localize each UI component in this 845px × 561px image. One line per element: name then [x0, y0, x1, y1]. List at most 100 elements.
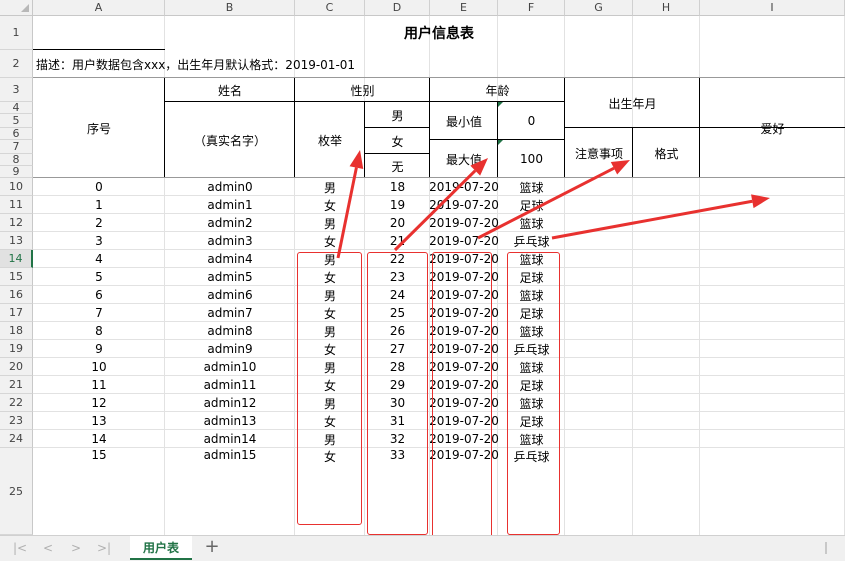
row-header-13[interactable]: 13: [0, 232, 33, 250]
border-line: [165, 101, 430, 102]
header-name-note: （真实名字）: [193, 133, 266, 148]
row-header-6[interactable]: 6: [0, 127, 33, 140]
comment-marker: [498, 140, 503, 145]
table-cell-hobby: 篮球: [519, 216, 544, 231]
header-gender: 性别: [350, 83, 375, 98]
row-header-21[interactable]: 21: [0, 376, 33, 394]
table-cell-gender: 女: [323, 234, 336, 249]
row-header-1[interactable]: 1: [0, 16, 33, 50]
table-cell-id: 15: [91, 448, 107, 462]
highlight-age-column: [367, 252, 428, 535]
row-header-22[interactable]: 22: [0, 394, 33, 412]
table-cell-gender: 女: [323, 198, 336, 213]
comment-marker: [498, 102, 503, 107]
table-cell-id: 11: [91, 378, 107, 392]
table-cell-id: 6: [95, 288, 103, 302]
row-header-7[interactable]: 7: [0, 140, 33, 154]
table-cell-age: 18: [389, 180, 406, 194]
prev-sheet-icon[interactable]: <: [40, 540, 56, 556]
table-cell-name: admin9: [207, 342, 253, 356]
row-header-17[interactable]: 17: [0, 304, 33, 322]
table-cell-id: 3: [95, 234, 103, 248]
last-sheet-icon[interactable]: >|: [96, 540, 112, 556]
header-notes: 注意事项: [574, 146, 623, 161]
table-cell-name: admin6: [207, 288, 253, 302]
row-header-20[interactable]: 20: [0, 358, 33, 376]
header-max-label: 最大值: [445, 152, 482, 167]
row-header-10[interactable]: 10: [0, 178, 33, 196]
table-cell-name: admin8: [207, 324, 253, 338]
row-header-15[interactable]: 15: [0, 268, 33, 286]
sheet-tab-user[interactable]: 用户表: [130, 536, 192, 560]
table-cell-hobby: 乒乓球: [513, 234, 550, 249]
column-header-A[interactable]: A: [33, 0, 165, 16]
row-header-25[interactable]: 25: [0, 448, 33, 535]
border-line: [365, 153, 430, 154]
border-line: [364, 102, 365, 178]
row-header-9[interactable]: 9: [0, 165, 33, 178]
header-birth: 出生年月: [608, 96, 657, 111]
row-header-23[interactable]: 23: [0, 412, 33, 430]
highlight-gender-column: [297, 252, 362, 525]
table-cell-id: 12: [91, 396, 107, 410]
row-header-24[interactable]: 24: [0, 430, 33, 448]
first-sheet-icon[interactable]: |<: [12, 540, 28, 556]
row-header-19[interactable]: 19: [0, 340, 33, 358]
table-cell-id: 0: [95, 180, 103, 194]
arrow-hobby-shaft: [551, 199, 753, 240]
row-header-5[interactable]: 5: [0, 114, 33, 128]
table-cell-name: admin1: [207, 198, 253, 212]
table-cell-hobby: 篮球: [519, 180, 544, 195]
table-cell-id: 10: [91, 360, 107, 374]
sheet-title: 用户信息表: [404, 26, 474, 42]
table-cell-birth: 2019-07-20: [429, 180, 499, 194]
row-header-11[interactable]: 11: [0, 196, 33, 214]
next-sheet-icon[interactable]: >: [68, 540, 84, 556]
row-header-18[interactable]: 18: [0, 322, 33, 340]
table-cell-birth: 2019-07-20: [429, 216, 499, 230]
table-cell-name: admin10: [203, 360, 257, 374]
column-header-H[interactable]: H: [633, 0, 700, 16]
row-header-14[interactable]: 14: [0, 250, 33, 268]
table-cell-name: admin13: [203, 414, 257, 428]
header-max-value: 100: [520, 152, 543, 166]
table-cell-name: admin12: [203, 396, 257, 410]
table-cell-id: 13: [91, 414, 107, 428]
column-header-G[interactable]: G: [565, 0, 633, 16]
row-header-4[interactable]: 4: [0, 101, 33, 114]
column-header-E[interactable]: E: [430, 0, 498, 16]
column-header-D[interactable]: D: [365, 0, 430, 16]
column-header-B[interactable]: B: [165, 0, 295, 16]
row-header-2[interactable]: 2: [0, 50, 33, 78]
column-header-I[interactable]: I: [700, 0, 845, 16]
column-header-C[interactable]: C: [295, 0, 365, 16]
table-cell-name: admin4: [207, 252, 253, 266]
scroll-grip[interactable]: [825, 542, 827, 554]
table-cell-id: 1: [95, 198, 103, 212]
border-line: [564, 78, 565, 178]
highlight-birth-column: [432, 252, 492, 546]
border-line: [632, 128, 633, 178]
column-header-F[interactable]: F: [498, 0, 565, 16]
header-female: 女: [391, 134, 404, 149]
table-cell-id: 8: [95, 324, 103, 338]
table-cell-name: admin0: [207, 180, 253, 194]
arrow-hobby-head: [751, 194, 770, 209]
row-header-16[interactable]: 16: [0, 286, 33, 304]
row-header-12[interactable]: 12: [0, 214, 33, 232]
header-name: 姓名: [217, 83, 242, 98]
sheet-description: 描述：用户数据包含xxx，出生年月默认格式：2019-01-01: [36, 57, 356, 72]
highlight-hobby-column: [507, 252, 560, 535]
add-sheet-icon[interactable]: +: [202, 537, 222, 557]
table-cell-id: 4: [95, 252, 103, 266]
border-line: [164, 78, 165, 178]
table-cell-age: 20: [389, 216, 406, 230]
table-cell-id: 5: [95, 270, 103, 284]
row-header-3[interactable]: 3: [0, 78, 33, 102]
select-all-corner[interactable]: [0, 0, 33, 16]
table-cell-id: 14: [91, 432, 107, 446]
table-cell-id: 2: [95, 216, 103, 230]
sheet-tab-bar: |< < > >| 用户表 +: [0, 535, 845, 561]
table-cell-name: admin3: [207, 234, 253, 248]
table-cell-id: 9: [95, 342, 103, 356]
